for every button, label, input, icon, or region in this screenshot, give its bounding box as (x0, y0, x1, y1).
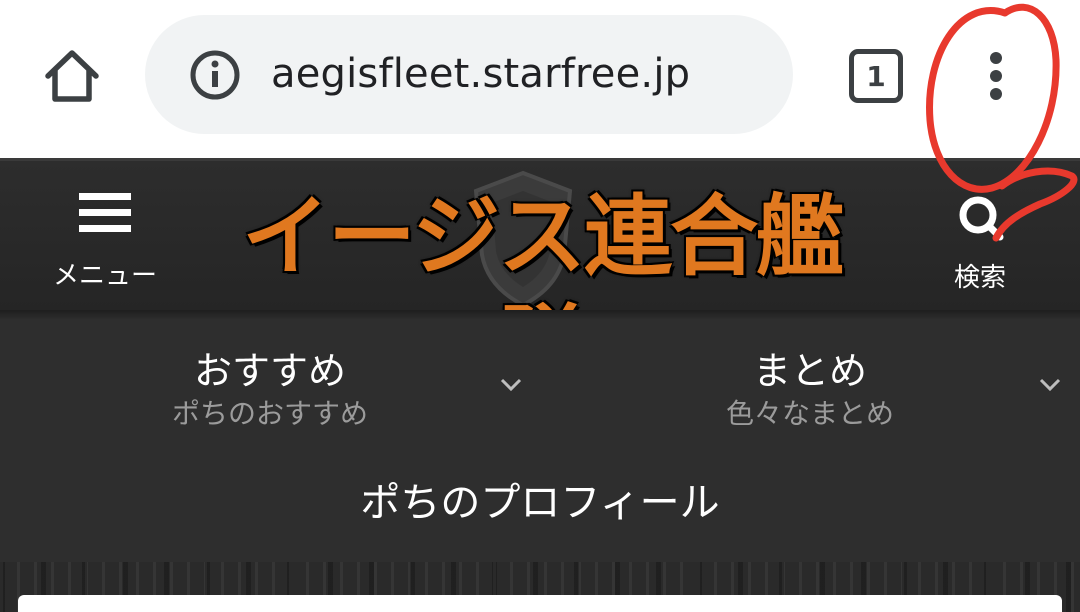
site-title-logo[interactable]: イージス連合艦隊 (222, 181, 862, 398)
nav-item-subtitle: 色々なまとめ (725, 397, 894, 430)
nav-item-title: まとめ (752, 349, 867, 393)
home-icon (45, 50, 99, 102)
browser-menu-button[interactable] (966, 46, 1026, 106)
nav-item-title: おすすめ (193, 349, 346, 393)
hamburger-icon (79, 193, 131, 232)
nav-item-recommend[interactable]: おすすめ ポちのおすすめ (60, 330, 480, 440)
search-label: 検索 (953, 263, 1006, 293)
url-text[interactable]: aegisfleet.starfree.jp (271, 15, 690, 134)
nav-item-profile[interactable]: ポちのプロフィール (0, 470, 1080, 528)
menu-label: メニュー (52, 261, 157, 291)
info-icon[interactable] (189, 49, 241, 101)
search-icon (959, 196, 1004, 241)
nav-item-subtitle: ポちのおすすめ (171, 397, 368, 430)
more-vert-icon (990, 52, 1002, 100)
tab-switcher-button[interactable]: 1 (849, 49, 903, 103)
chevron-down-icon[interactable] (497, 370, 525, 398)
tab-count: 1 (866, 59, 886, 93)
home-button[interactable] (34, 38, 110, 114)
browser-toolbar: aegisfleet.starfree.jp 1 (0, 0, 1080, 158)
menu-button[interactable]: メニュー (40, 189, 170, 291)
address-bar[interactable]: aegisfleet.starfree.jp (145, 15, 793, 134)
page: aegisfleet.starfree.jp 1 メニュー イージス連合艦 検索… (0, 0, 1080, 612)
site-nav: おすすめ ポちのおすすめ まとめ 色々なまとめ ポちのプロフィール (0, 310, 1080, 562)
chevron-down-icon[interactable] (1036, 370, 1064, 398)
search-button[interactable]: 検索 (930, 189, 1030, 293)
nav-item-summary[interactable]: まとめ 色々なまとめ (610, 330, 1010, 440)
content-card-edge (18, 595, 1062, 612)
nav-shadow (0, 310, 1080, 320)
site-header: メニュー イージス連合艦隊 検索 (0, 158, 1080, 398)
